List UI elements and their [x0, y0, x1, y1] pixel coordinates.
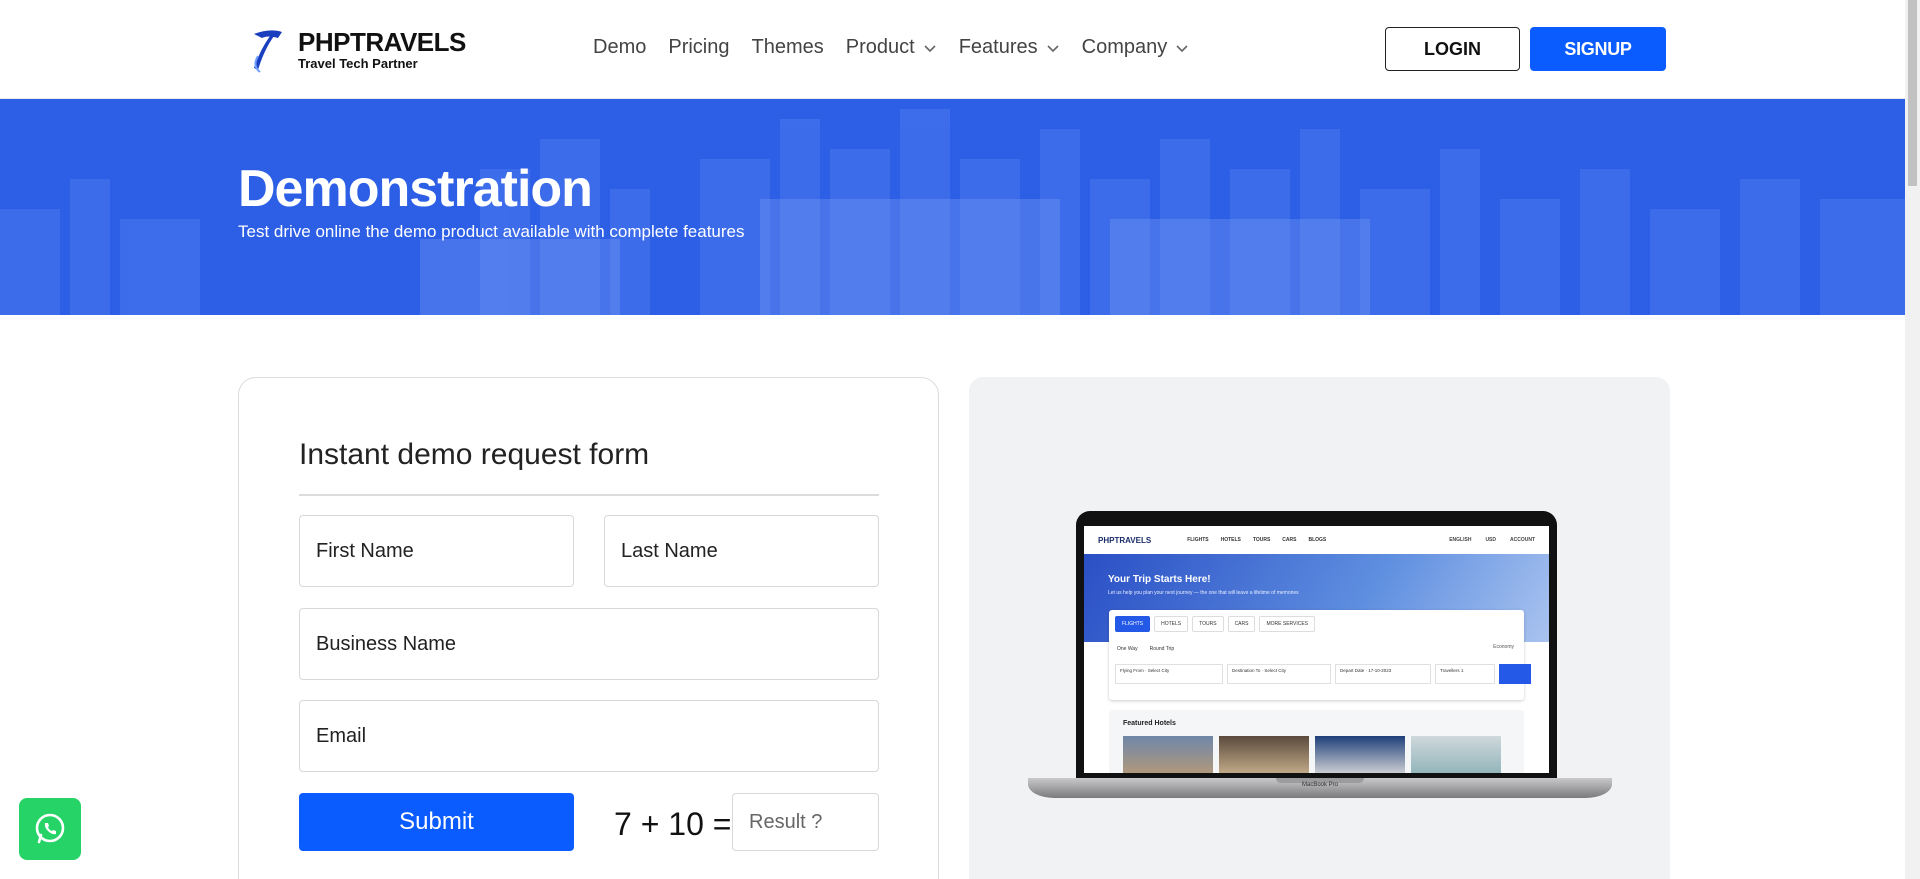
preview-screenshot: PHPTRAVELS FLIGHTS HOTELS TOURS CARS BLO… [1084, 526, 1549, 773]
preview-tab: MORE SERVICES [1259, 616, 1316, 632]
page-subtitle: Test drive online the demo product avail… [238, 222, 745, 241]
form-title: Instant demo request form [299, 438, 650, 471]
hero-banner: Demonstration Test drive online the demo… [0, 99, 1905, 315]
nav-item-product[interactable]: Product [846, 36, 937, 59]
nav-label: Features [958, 36, 1038, 58]
preview-field: Travellers 1 [1435, 664, 1495, 684]
preview-search-box: FLIGHTS HOTELS TOURS CARS MORE SERVICES … [1109, 610, 1531, 700]
main-nav: Demo Pricing Themes Product Features Com… [593, 36, 1211, 59]
preview-featured-title: Featured Hotels [1123, 720, 1176, 727]
nav-label: Demo [593, 36, 647, 58]
captcha-question: 7 + 10 = [614, 806, 732, 842]
nav-item-company[interactable]: Company [1082, 36, 1190, 59]
signup-button[interactable]: SIGNUP [1530, 27, 1666, 71]
laptop-base: MacBook Pro [1028, 778, 1612, 798]
laptop-screen: PHPTRAVELS FLIGHTS HOTELS TOURS CARS BLO… [1076, 511, 1557, 778]
preview-nav-item: HOTELS [1220, 537, 1241, 543]
preview-tabs: FLIGHTS HOTELS TOURS CARS MORE SERVICES [1115, 616, 1319, 632]
preview-nav-item: FLIGHTS [1187, 537, 1209, 543]
page-title: Demonstration [238, 160, 593, 218]
preview-brand: PHPTRAVELS [1098, 535, 1152, 545]
brand-logo[interactable]: PHPTRAVELS Travel Tech Partner [248, 26, 466, 74]
nav-label: Company [1081, 36, 1168, 58]
preview-tab: TOURS [1192, 616, 1224, 632]
preview-hotel-image [1219, 736, 1309, 773]
preview-field: Destination To · Select City [1227, 664, 1331, 684]
preview-nav-item: CARS [1282, 537, 1297, 543]
device-label: MacBook Pro [1301, 782, 1338, 788]
login-button[interactable]: LOGIN [1385, 27, 1520, 71]
preview-tab: CARS [1227, 616, 1256, 632]
email-input[interactable]: Email [299, 700, 879, 772]
chevron-down-icon [1176, 44, 1188, 52]
preview-account: ACCOUNT [1510, 537, 1535, 543]
preview-tab: HOTELS [1154, 616, 1189, 632]
nav-label: Pricing [668, 36, 730, 58]
last-name-input[interactable]: Last Name [604, 515, 879, 587]
brand-mark-icon [254, 30, 282, 73]
preview-header-right: ENGLISH USD ACCOUNT [1435, 537, 1535, 543]
nav-label: Themes [751, 36, 824, 58]
brand-tagline: Travel Tech Partner [298, 56, 418, 71]
whatsapp-button[interactable] [19, 798, 81, 860]
preview-language: ENGLISH [1449, 537, 1472, 543]
divider [299, 494, 879, 496]
preview-hotel-images [1123, 736, 1507, 773]
preview-currency: USD [1485, 537, 1496, 543]
preview-field: Depart Date · 17-10-2023 [1335, 664, 1431, 684]
nav-item-features[interactable]: Features [959, 36, 1060, 59]
preview-nav-item: BLOGS [1308, 537, 1327, 543]
nav-item-themes[interactable]: Themes [752, 36, 824, 59]
preview-radio: One Way [1117, 646, 1138, 652]
preview-nav: FLIGHTS HOTELS TOURS CARS BLOGS [1187, 537, 1338, 543]
business-name-input[interactable]: Business Name [299, 608, 879, 680]
scrollbar-thumb[interactable] [1908, 0, 1917, 186]
nav-item-pricing[interactable]: Pricing [668, 36, 729, 59]
preview-featured-hotels: Featured Hotels [1109, 710, 1524, 773]
brand-name: PHPTRAVELS [298, 27, 466, 57]
preview-trip-type: One Way Round Trip [1117, 646, 1186, 652]
preview-hero-title: Your Trip Starts Here! [1108, 574, 1211, 585]
whatsapp-icon [35, 813, 65, 844]
submit-button[interactable]: Submit [299, 793, 574, 851]
preview-hotel-image [1315, 736, 1405, 773]
laptop-mockup-image: PHPTRAVELS FLIGHTS HOTELS TOURS CARS BLO… [1028, 511, 1612, 811]
nav-label: Product [845, 36, 915, 58]
first-name-input[interactable]: First Name [299, 515, 574, 587]
preview-hotel-image [1411, 736, 1501, 773]
preview-hero-subtitle: Let us help you plan your next journey —… [1108, 590, 1299, 596]
preview-header: PHPTRAVELS FLIGHTS HOTELS TOURS CARS BLO… [1084, 526, 1549, 554]
captcha-result-input[interactable]: Result ? [732, 793, 879, 851]
demo-request-card: Instant demo request form First Name Las… [238, 377, 939, 879]
preview-search-icon [1499, 664, 1531, 684]
site-header: PHPTRAVELS Travel Tech Partner Demo Pric… [0, 0, 1905, 99]
preview-field: Flying From · Select City [1115, 664, 1223, 684]
preview-radio: Round Trip [1149, 646, 1175, 652]
preview-cabin-class: Economy [1493, 644, 1514, 650]
preview-tab: FLIGHTS [1115, 616, 1151, 632]
preview-fields: Flying From · Select City Destination To… [1115, 664, 1531, 684]
preview-nav-item: TOURS [1252, 537, 1271, 543]
nav-item-demo[interactable]: Demo [593, 36, 646, 59]
page-scrollbar[interactable] [1905, 0, 1920, 879]
chevron-down-icon [924, 44, 936, 52]
preview-hotel-image [1123, 736, 1213, 773]
chevron-down-icon [1047, 44, 1059, 52]
